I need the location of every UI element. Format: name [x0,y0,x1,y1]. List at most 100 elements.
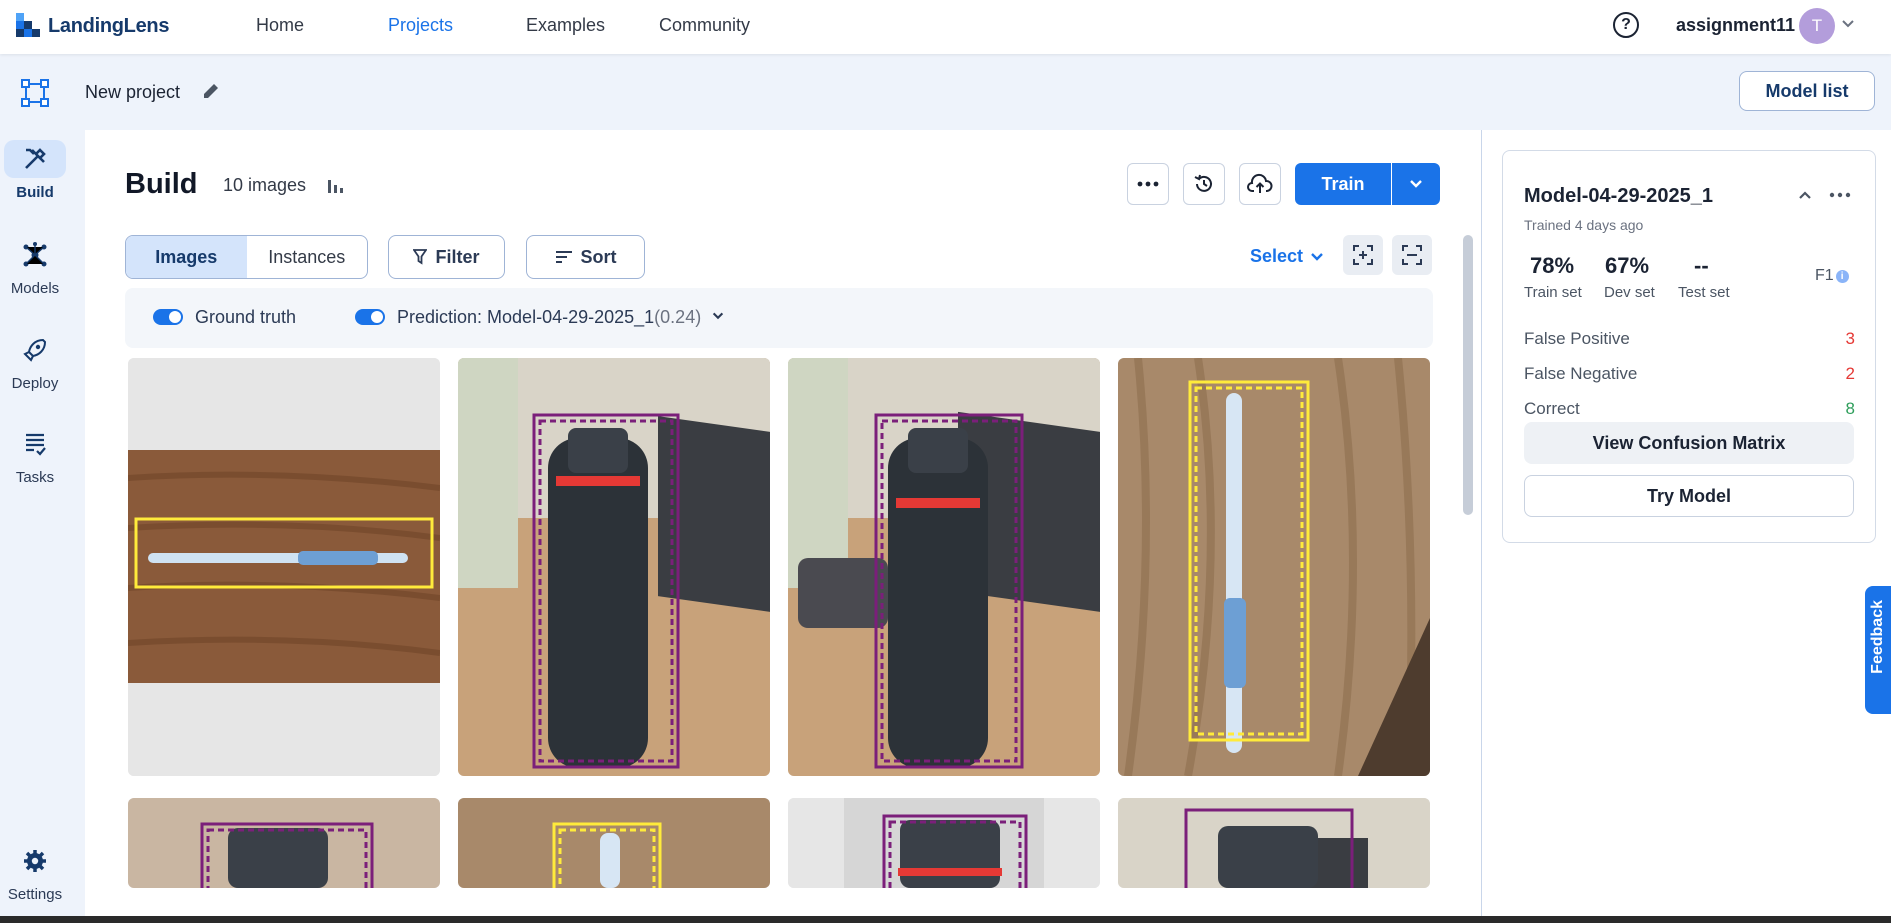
dev-set-score: 67% [1605,253,1650,278]
tab-images[interactable]: Images [126,236,247,278]
tab-instances[interactable]: Instances [247,236,368,278]
image-card[interactable] [128,798,440,888]
filter-button[interactable]: Filter [388,235,505,279]
sidebar-item-models[interactable]: Models [0,235,70,297]
image-thumbnail [128,358,440,776]
view-toggle: Images Instances [125,235,368,279]
help-icon[interactable]: ? [1613,12,1639,38]
chevron-down-icon [1311,252,1323,261]
image-thumbnail [1118,358,1430,776]
image-thumbnail [458,358,770,776]
chevron-down-icon [1410,180,1422,188]
info-icon[interactable]: i [1835,269,1849,283]
chevron-down-icon[interactable] [1840,16,1856,32]
ellipsis-icon [1137,181,1159,187]
ground-truth-label: Ground truth [195,307,297,327]
task-list-icon [4,425,66,463]
project-name: New project [85,82,181,102]
project-icon[interactable] [20,78,50,108]
brand-name: LandingLens [48,14,170,37]
sidebar-item-label: Deploy [11,375,59,392]
avatar[interactable]: T [1799,8,1835,44]
train-button[interactable]: Train [1295,163,1391,205]
model-name[interactable]: Model-04-29-2025_1 [1524,185,1713,208]
f1-label: F1 [1815,267,1834,284]
username[interactable]: assignment11 [1676,15,1795,36]
image-card[interactable] [458,358,770,776]
try-model-button[interactable]: Try Model [1524,475,1854,517]
model-list-button[interactable]: Model list [1739,71,1875,111]
taskbar-strip [0,916,1891,923]
sort-icon [555,251,572,263]
image-card[interactable] [1118,798,1430,888]
sidebar-item-tasks[interactable]: Tasks [0,425,70,486]
false-negative-count: 2 [1845,364,1855,383]
nav-community[interactable]: Community [659,15,750,36]
false-positive-label: False Positive [1524,329,1630,348]
chevron-up-icon[interactable] [1797,187,1813,203]
feedback-label[interactable]: Feedback [1869,600,1887,674]
history-icon [1194,174,1212,192]
nav-examples[interactable]: Examples [526,15,605,36]
chevron-down-icon [713,312,724,320]
train-set-score: 78% [1530,253,1575,278]
test-set-label: Test set [1678,284,1730,301]
image-card[interactable] [1118,358,1430,776]
ground-truth-toggle[interactable] [153,309,183,325]
bar-chart-icon[interactable] [325,174,347,196]
image-thumbnail [128,798,440,888]
select-label: Select [1250,246,1304,266]
false-positive-count: 3 [1845,329,1855,348]
prediction-label: Prediction: Model-04-29-2025_1 [397,307,655,327]
upload-button[interactable] [1239,163,1281,205]
image-thumbnail [788,358,1100,776]
sort-button[interactable]: Sort [526,235,645,279]
nav-home[interactable]: Home [256,15,304,36]
sidebar-item-deploy[interactable]: Deploy [0,330,70,392]
pencil-icon[interactable] [200,80,222,102]
image-thumbnail [458,798,770,888]
train-options-button[interactable] [1392,163,1440,205]
tools-icon [4,140,66,178]
logo-icon [16,13,40,37]
false-positive-row: False Positive 3 [1503,329,1855,353]
cloud-upload-icon [1247,173,1273,193]
top-nav: LandingLens Home Projects Examples Commu… [0,0,1891,54]
more-options-button[interactable] [1127,163,1169,205]
prediction-toggle[interactable] [355,309,385,325]
sidebar-item-build[interactable]: Build [0,140,70,201]
scan-icon [1402,245,1422,265]
sort-label: Sort [580,246,617,267]
correct-label: Correct [1524,399,1580,418]
view-confusion-matrix-button[interactable]: View Confusion Matrix [1524,422,1854,464]
sidebar-item-label: Models [10,280,60,297]
build-panel: Build 10 images Train Images Instances F… [85,130,1481,923]
gear-icon [4,842,66,880]
network-icon [4,235,66,273]
landinglens-logo[interactable]: LandingLens [14,11,169,41]
scrollbar[interactable] [1463,235,1473,515]
image-thumbnail [788,798,1100,888]
image-card[interactable] [788,358,1100,776]
dev-set-label: Dev set [1604,284,1655,301]
select-dropdown[interactable]: Select [1250,246,1325,267]
nav-projects[interactable]: Projects [388,15,453,36]
image-card[interactable] [128,358,440,776]
correct-count: 8 [1845,399,1855,418]
sidebar-item-label: Settings [7,886,63,903]
false-negative-row: False Negative 2 [1503,364,1855,388]
history-button[interactable] [1183,163,1225,205]
test-set-score: -- [1694,253,1709,278]
sidebar-item-label: Tasks [15,469,55,486]
metric-type[interactable]: F1 i [1815,267,1849,285]
scan-button[interactable] [1392,235,1432,275]
image-card[interactable] [788,798,1100,888]
prediction-selector[interactable]: Prediction: Model-04-29-2025_1(0.24) [397,307,726,328]
image-thumbnail [1118,798,1430,888]
ellipsis-icon[interactable] [1829,192,1851,198]
focus-plus-icon [1353,245,1373,265]
filter-icon [413,249,428,265]
sidebar-item-settings[interactable]: Settings [0,842,70,903]
image-card[interactable] [458,798,770,888]
focus-add-button[interactable] [1343,235,1383,275]
